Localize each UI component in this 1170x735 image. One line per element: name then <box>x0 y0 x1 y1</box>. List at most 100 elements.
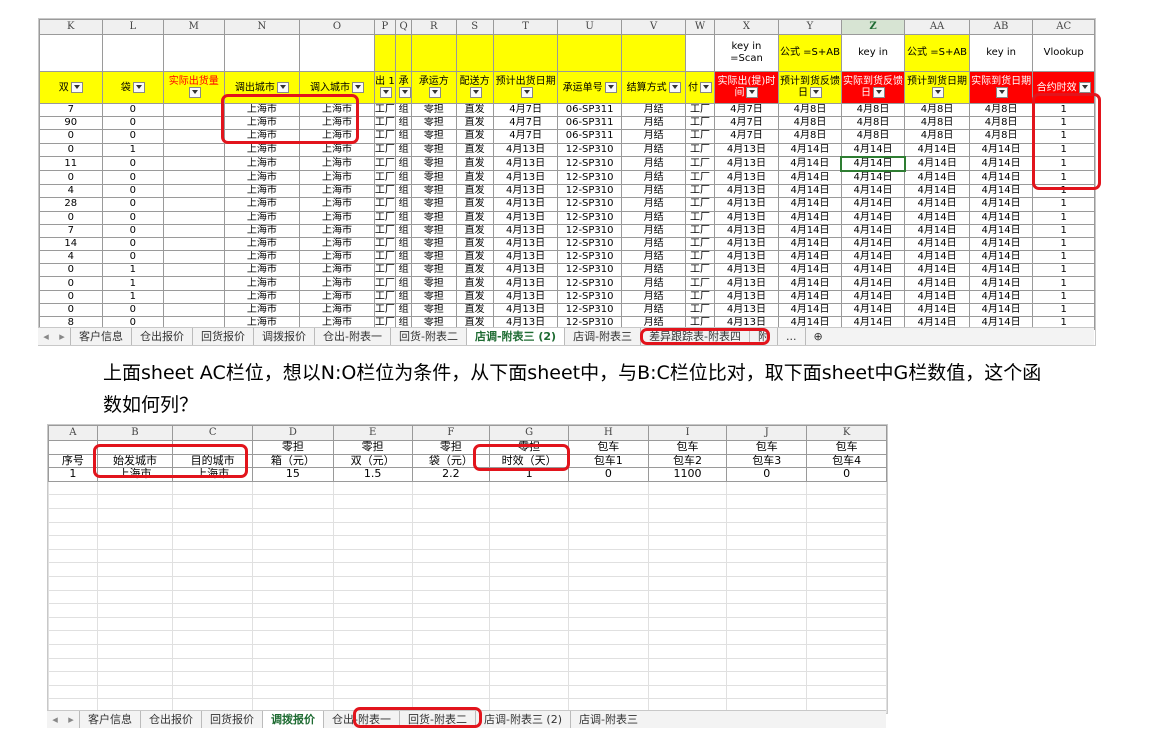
cell[interactable]: 4月14日 <box>968 170 1034 186</box>
empty-cell[interactable] <box>489 603 569 618</box>
cell[interactable]: 序号 <box>48 453 98 469</box>
cell[interactable]: 4月14日 <box>904 250 970 265</box>
cell[interactable]: 4月14日 <box>778 184 842 199</box>
cell[interactable]: 工厂 <box>373 210 397 225</box>
cell[interactable]: 0 <box>101 302 165 318</box>
sheet-tab[interactable]: 仓出报价 <box>140 711 201 728</box>
cell[interactable]: 零担 <box>411 102 457 118</box>
cell[interactable]: 4月13日 <box>713 276 780 291</box>
add-sheet-icon[interactable]: ⊕ <box>804 328 831 345</box>
empty-cell[interactable] <box>411 616 491 632</box>
column-header-k[interactable]: K <box>806 425 887 441</box>
cell[interactable]: 4月14日 <box>840 276 906 291</box>
column-header-z[interactable]: Z <box>840 19 906 35</box>
cell[interactable]: 零担 <box>411 156 457 172</box>
cell[interactable]: 4月14日 <box>904 302 970 318</box>
cell[interactable]: 月结 <box>620 263 687 278</box>
cell[interactable]: 月结 <box>620 102 687 118</box>
cell[interactable]: 4月13日 <box>713 197 780 212</box>
cell[interactable]: 4月14日 <box>778 302 842 318</box>
cell[interactable]: 1 <box>1032 250 1095 265</box>
cell[interactable]: 上海市 <box>223 197 301 212</box>
cell[interactable]: 4月14日 <box>904 263 970 278</box>
cell[interactable]: 月结 <box>620 184 687 199</box>
cell[interactable]: 12-SP310 <box>557 276 622 291</box>
empty-cell[interactable] <box>332 657 413 673</box>
cell[interactable] <box>163 223 225 238</box>
cell[interactable]: 4月13日 <box>713 263 780 278</box>
cell[interactable]: 上海市 <box>299 236 375 252</box>
cell[interactable]: 4月14日 <box>968 289 1034 304</box>
column-header-b[interactable]: B <box>96 425 174 441</box>
column-header-d[interactable]: D <box>252 425 334 441</box>
cell[interactable]: 4月14日 <box>904 170 970 186</box>
cell[interactable]: 月结 <box>620 250 687 265</box>
empty-cell[interactable] <box>806 616 887 632</box>
cell[interactable]: 4月14日 <box>904 210 970 225</box>
empty-cell[interactable] <box>489 548 569 564</box>
cell[interactable]: 12-SP310 <box>557 302 622 318</box>
cell[interactable]: 零担 <box>332 440 413 455</box>
column-header-w[interactable]: W <box>685 19 715 35</box>
empty-cell[interactable] <box>489 507 569 523</box>
cell[interactable]: 上海市 <box>223 263 301 278</box>
cell[interactable]: 零担 <box>411 250 457 265</box>
cell[interactable] <box>48 440 98 455</box>
cell[interactable]: 0 <box>101 102 165 118</box>
empty-cell[interactable] <box>647 562 728 577</box>
cell[interactable]: 28 <box>39 197 103 212</box>
sheet-tab[interactable]: 店调-附表三 <box>564 328 640 345</box>
empty-cell[interactable] <box>411 671 491 686</box>
cell[interactable]: 0 <box>39 263 103 278</box>
cell[interactable]: 0 <box>39 302 103 318</box>
cell[interactable]: 组 <box>394 102 413 118</box>
empty-cell[interactable] <box>726 616 808 632</box>
cell[interactable]: 4月13日 <box>713 236 780 252</box>
cell[interactable]: 上海市 <box>223 184 301 199</box>
cell[interactable]: 4月14日 <box>840 170 906 186</box>
cell[interactable]: 1 <box>1032 223 1095 238</box>
empty-cell[interactable] <box>726 535 808 550</box>
empty-cell[interactable] <box>726 630 808 645</box>
cell[interactable]: 4月14日 <box>778 276 842 291</box>
cell[interactable]: 7 <box>39 102 103 118</box>
cell[interactable]: 4月13日 <box>713 156 780 172</box>
empty-cell[interactable] <box>411 507 491 523</box>
cell[interactable]: 4月14日 <box>968 156 1034 172</box>
cell[interactable]: 组 <box>394 289 413 304</box>
cell[interactable] <box>163 156 225 172</box>
empty-cell[interactable] <box>411 562 491 577</box>
empty-cell[interactable] <box>647 671 728 686</box>
filter-dropdown-icon[interactable] <box>604 81 617 93</box>
cell[interactable]: 包车 <box>806 440 887 455</box>
cell[interactable]: 工厂 <box>685 156 715 172</box>
cell[interactable]: 4月14日 <box>968 250 1034 265</box>
cell[interactable] <box>163 142 225 158</box>
filter-dropdown-icon[interactable] <box>809 87 822 99</box>
empty-cell[interactable] <box>567 507 649 523</box>
empty-cell[interactable] <box>726 521 808 537</box>
cell[interactable]: 4月13日 <box>492 276 559 291</box>
empty-cell[interactable] <box>172 589 254 605</box>
cell[interactable]: 4月13日 <box>492 170 559 186</box>
cell[interactable] <box>163 276 225 291</box>
cell[interactable]: 4月13日 <box>713 250 780 265</box>
cell[interactable]: 7 <box>39 223 103 238</box>
cell[interactable]: 4月13日 <box>713 142 780 158</box>
cell[interactable]: 工厂 <box>685 289 715 304</box>
cell[interactable]: 06-SP311 <box>557 102 622 118</box>
cell[interactable]: 工厂 <box>685 116 715 131</box>
cell[interactable]: 直发 <box>455 276 494 291</box>
sheet-tab[interactable]: 回货-附表二 <box>389 328 466 345</box>
cell[interactable]: 零担 <box>411 184 457 199</box>
empty-cell[interactable] <box>48 603 98 618</box>
empty-cell[interactable] <box>489 657 569 673</box>
cell[interactable]: 工厂 <box>685 102 715 118</box>
cell[interactable]: 4月14日 <box>904 156 970 172</box>
column-header-a[interactable]: A <box>48 425 98 441</box>
cell[interactable]: 直发 <box>455 156 494 172</box>
filter-dropdown-icon[interactable] <box>276 81 289 93</box>
cell[interactable]: 4月14日 <box>904 223 970 238</box>
empty-cell[interactable] <box>489 535 569 550</box>
empty-cell[interactable] <box>411 657 491 673</box>
